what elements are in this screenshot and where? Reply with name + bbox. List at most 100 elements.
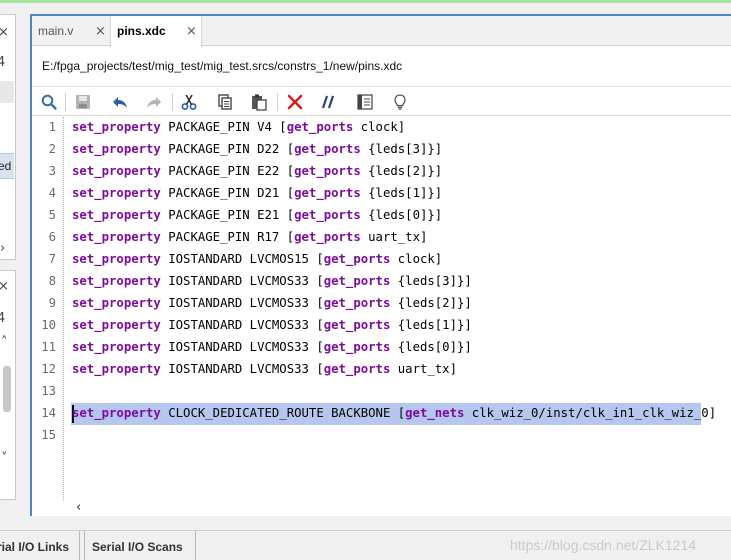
tab-main-v[interactable]: main.v × <box>32 16 110 46</box>
block-icon[interactable] <box>354 91 376 113</box>
code-token: IOSTANDARD LVCMOS33 [ <box>160 274 324 288</box>
left-panel-scrollbar[interactable] <box>3 366 11 412</box>
code-line[interactable]: 10 set_property IOSTANDARD LVCMOS33 [get_… <box>32 315 731 337</box>
search-icon[interactable] <box>38 91 60 113</box>
left-panel-glyph: 4 <box>0 55 6 70</box>
file-path: E:/fpga_projects/test/mig_test/mig_test.… <box>42 59 403 73</box>
close-icon[interactable]: × <box>95 24 106 39</box>
close-icon[interactable]: × <box>0 25 9 40</box>
code-line[interactable]: 3 set_property PACKAGE_PIN E22 [get_ports… <box>32 161 731 183</box>
code-text: set_property PACKAGE_PIN D21 [get_ports … <box>72 186 442 200</box>
code-keyword: set_property <box>72 340 161 354</box>
line-number: 6 <box>48 230 56 244</box>
chevron-right-icon[interactable]: › <box>0 241 5 256</box>
code-token: {leds[0]}] <box>360 208 443 222</box>
code-keyword: get_ports <box>323 340 391 354</box>
paste-icon[interactable] <box>248 91 270 113</box>
code-line[interactable]: 4 set_property PACKAGE_PIN D21 [get_ports… <box>32 183 731 205</box>
code-token: IOSTANDARD LVCMOS33 [ <box>160 340 324 354</box>
line-number: 4 <box>48 186 56 200</box>
code-text: set_property IOSTANDARD LVCMOS33 [get_po… <box>72 274 472 288</box>
code-token: PACKAGE_PIN E21 [ <box>160 208 295 222</box>
left-panel-upper: × 4 ed › <box>0 14 16 260</box>
code-keyword: set_property <box>72 274 161 288</box>
tab-label: pins.xdc <box>117 24 166 38</box>
code-line[interactable]: 9 set_property IOSTANDARD LVCMOS33 [get_p… <box>32 293 731 315</box>
comment-icon[interactable] <box>319 91 341 113</box>
tab-serial-io-scans[interactable]: Serial I/O Scans <box>84 531 196 560</box>
line-number: 8 <box>48 274 56 288</box>
code-keyword: get_ports <box>323 362 391 376</box>
code-line[interactable]: 5 set_property PACKAGE_PIN E21 [get_ports… <box>32 205 731 227</box>
code-token: PACKAGE_PIN R17 [ <box>160 230 295 244</box>
code-editor[interactable]: 1 set_property PACKAGE_PIN V4 [get_ports … <box>32 117 731 501</box>
scroll-left-icon[interactable]: ‹ <box>76 500 81 515</box>
code-text: set_property PACKAGE_PIN E21 [get_ports … <box>72 208 442 222</box>
code-line[interactable]: 8 set_property IOSTANDARD LVCMOS33 [get_p… <box>32 271 731 293</box>
code-token: IOSTANDARD LVCMOS33 [ <box>160 296 324 310</box>
code-text: set_property PACKAGE_PIN D22 [get_ports … <box>72 142 442 156</box>
watermark: https://blog.csdn.net/ZLK1214 <box>510 537 697 553</box>
code-line[interactable]: 15 <box>32 425 731 447</box>
tab-pins-xdc[interactable]: pins.xdc × <box>110 16 202 47</box>
top-accent-strip <box>0 0 731 3</box>
line-number: 13 <box>41 384 56 398</box>
code-line[interactable]: 11 set_property IOSTANDARD LVCMOS33 [get_… <box>32 337 731 359</box>
horizontal-scrollbar[interactable]: ‹ <box>32 500 731 516</box>
toolbar-separator <box>277 93 278 111</box>
code-keyword: get_ports <box>323 318 391 332</box>
code-keyword: get_ports <box>294 164 361 178</box>
code-line[interactable]: 14 set_property CLOCK_DEDICATED_ROUTE BAC… <box>32 403 731 425</box>
code-keyword: set_property <box>72 252 161 266</box>
chevron-up-icon[interactable]: ˄ <box>1 335 8 350</box>
editor-tab-bar: main.v × pins.xdc × <box>32 16 731 47</box>
code-keyword: get_ports <box>323 252 391 266</box>
toolbar-separator <box>172 93 173 111</box>
code-token: PACKAGE_PIN D21 [ <box>160 186 295 200</box>
line-number: 15 <box>41 428 56 442</box>
undo-icon[interactable] <box>109 91 131 113</box>
code-keyword: get_ports <box>323 274 391 288</box>
lightbulb-icon[interactable] <box>389 91 411 113</box>
left-panel-row[interactable] <box>0 81 14 103</box>
line-number: 12 <box>41 362 56 376</box>
code-token: clock] <box>353 120 406 134</box>
chevron-down-icon[interactable]: ˅ <box>1 451 8 466</box>
code-line[interactable]: 1 set_property PACKAGE_PIN V4 [get_ports … <box>32 117 731 139</box>
close-icon[interactable]: × <box>186 24 197 39</box>
code-token: PACKAGE_PIN E22 [ <box>160 164 295 178</box>
line-number: 2 <box>48 142 56 156</box>
tab-serial-io-links[interactable]: rial I/O Links <box>0 531 80 560</box>
file-path-bar: E:/fpga_projects/test/mig_test/mig_test.… <box>32 47 731 87</box>
code-line[interactable]: 13 <box>32 381 731 403</box>
code-line[interactable]: 2 set_property PACKAGE_PIN D22 [get_ports… <box>32 139 731 161</box>
code-token: {leds[3]}] <box>390 274 472 288</box>
code-keyword: set_property <box>72 230 161 244</box>
copy-icon[interactable] <box>214 91 236 113</box>
code-keyword: get_ports <box>286 120 354 134</box>
close-icon[interactable]: × <box>0 279 9 294</box>
code-token: IOSTANDARD LVCMOS33 [ <box>160 318 324 332</box>
code-token: CLOCK_DEDICATED_ROUTE BACKBONE [ <box>160 406 406 420</box>
code-token: {leds[2]}] <box>360 164 443 178</box>
code-text: set_property IOSTANDARD LVCMOS15 [get_po… <box>72 252 442 266</box>
code-keyword: set_property <box>72 406 161 420</box>
line-number: 7 <box>48 252 56 266</box>
redo-icon[interactable] <box>143 91 165 113</box>
code-keyword: set_property <box>72 120 161 134</box>
code-line[interactable]: 6 set_property PACKAGE_PIN R17 [get_ports… <box>32 227 731 249</box>
line-number: 10 <box>41 318 56 332</box>
code-keyword: get_ports <box>323 296 391 310</box>
line-number: 5 <box>48 208 56 222</box>
code-line[interactable]: 7 set_property IOSTANDARD LVCMOS15 [get_p… <box>32 249 731 271</box>
code-line[interactable]: 12 set_property IOSTANDARD LVCMOS33 [get_… <box>32 359 731 381</box>
code-keyword: set_property <box>72 208 161 222</box>
save-icon[interactable] <box>72 91 94 113</box>
cut-icon[interactable] <box>178 91 200 113</box>
delete-icon[interactable] <box>284 91 306 113</box>
left-side-panel: × 4 ed › × 4 ˄ ˅ <box>0 14 16 524</box>
left-panel-selected-row[interactable]: ed <box>0 153 14 179</box>
left-panel-glyph: 4 <box>0 311 6 326</box>
line-number: 14 <box>41 406 56 420</box>
code-keyword: set_property <box>72 164 161 178</box>
